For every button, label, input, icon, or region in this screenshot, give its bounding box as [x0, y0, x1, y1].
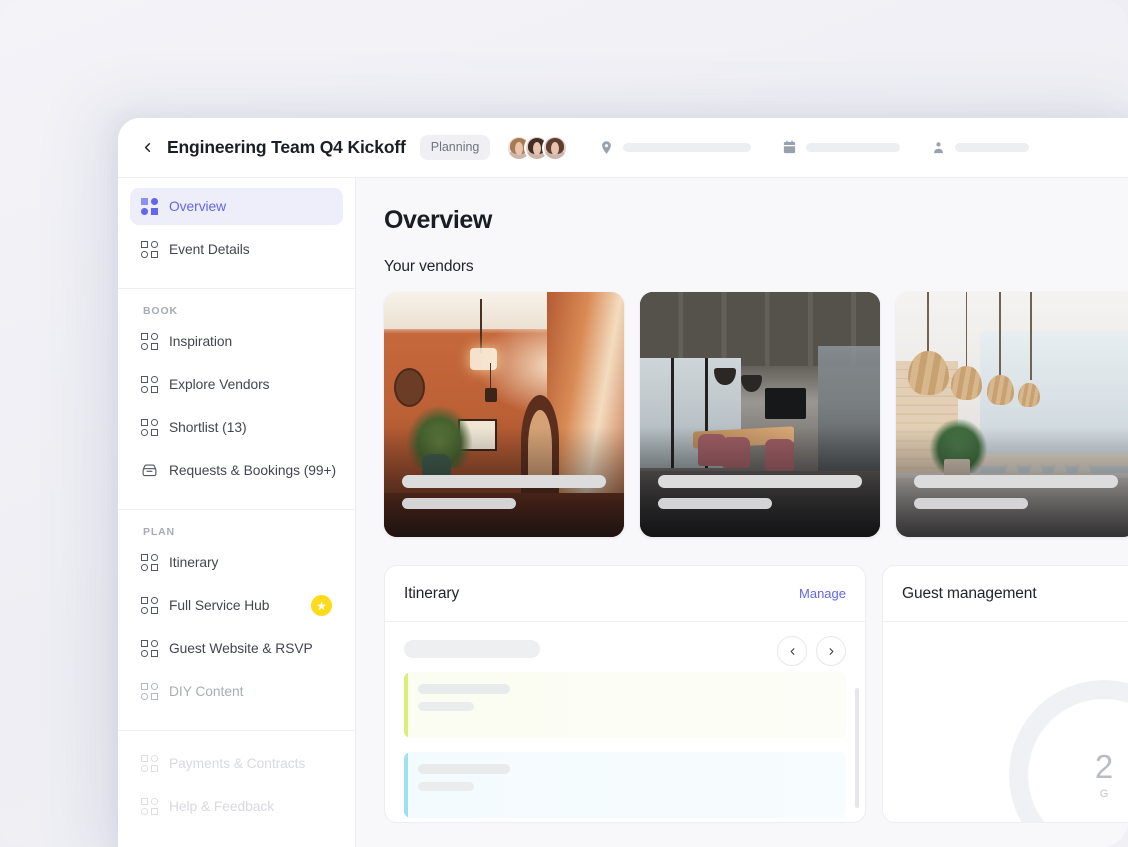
- guest-management-panel: Guest management 2 G: [882, 565, 1128, 823]
- next-day-button[interactable]: [816, 636, 846, 666]
- avatar[interactable]: [542, 134, 569, 161]
- vendor-card-list: [384, 292, 1128, 537]
- itinerary-panel-header: Itinerary Manage: [385, 566, 865, 622]
- grid-icon: [141, 241, 158, 258]
- guest-management-header: Guest management: [883, 566, 1128, 622]
- sidebar-item-label: Shortlist (13): [169, 420, 247, 435]
- sidebar-item-label: Event Details: [169, 242, 250, 257]
- itinerary-scrollbar[interactable]: [855, 688, 859, 808]
- itinerary-row[interactable]: [404, 672, 846, 738]
- sidebar-item-label: Guest Website & RSVP: [169, 641, 313, 656]
- sidebar-item-label: Help & Feedback: [169, 799, 275, 814]
- inbox-icon: [141, 462, 158, 479]
- date-value-placeholder: [806, 143, 901, 152]
- person-icon: [930, 140, 946, 156]
- vendor-card-text-placeholder: [914, 475, 1118, 509]
- sidebar-item-label: Overview: [169, 199, 227, 214]
- guest-management-title: Guest management: [902, 584, 1037, 602]
- itinerary-manage-link[interactable]: Manage: [799, 586, 846, 601]
- top-bar: Engineering Team Q4 Kickoff Planning: [118, 118, 1128, 178]
- donut-caption: G: [1099, 788, 1109, 800]
- itinerary-row-accent: [404, 752, 408, 818]
- back-button[interactable]: [134, 135, 160, 161]
- grid-dots-icon: [141, 198, 158, 215]
- nav-group-footer: Payments & Contracts Help & Feedback: [118, 731, 355, 831]
- itinerary-panel-body: [385, 622, 865, 822]
- main-content: Overview Your vendors Itinerary Manage G…: [356, 178, 1128, 847]
- sidebar-section-label: BOOK: [143, 305, 178, 317]
- avatar-stack[interactable]: [506, 134, 569, 161]
- sidebar-item-label: Payments & Contracts: [169, 756, 306, 771]
- sidebar-item-full-service-hub[interactable]: Full Service Hub ★: [130, 587, 343, 624]
- chevron-left-icon: [790, 647, 794, 655]
- nav-group-plan: PLAN Itinerary Full Service Hub ★ Guest …: [118, 510, 355, 716]
- grid-icon: [141, 640, 158, 657]
- overview-title: Overview: [384, 206, 492, 234]
- sidebar-item-label: Inspiration: [169, 334, 233, 349]
- calendar-icon: [781, 140, 797, 156]
- chevron-right-icon: [829, 647, 833, 655]
- window-body: Overview Event Details BOOK Inspiration …: [118, 178, 1128, 847]
- sidebar-item-itinerary[interactable]: Itinerary: [130, 544, 343, 581]
- meta-location[interactable]: [598, 140, 752, 156]
- sidebar-item-requests-bookings[interactable]: Requests & Bookings (99+): [130, 452, 343, 489]
- itinerary-row[interactable]: [404, 752, 846, 818]
- prev-day-button[interactable]: [777, 636, 807, 666]
- app-window: Engineering Team Q4 Kickoff Planning Ove…: [118, 118, 1128, 847]
- sidebar-item-label: Itinerary: [169, 555, 219, 570]
- grid-icon: [141, 376, 158, 393]
- donut-center-label: 2 G: [1009, 680, 1128, 822]
- grid-icon: [141, 683, 158, 700]
- meta-guests[interactable]: [930, 140, 1030, 156]
- vendor-card[interactable]: [640, 292, 880, 537]
- meta-date[interactable]: [781, 140, 901, 156]
- location-value-placeholder: [623, 143, 752, 152]
- sidebar: Overview Event Details BOOK Inspiration …: [118, 178, 356, 847]
- grid-icon: [141, 755, 158, 772]
- nav-group-main: Overview Event Details: [118, 188, 355, 274]
- star-icon: ★: [311, 595, 332, 616]
- itinerary-pager: [777, 636, 846, 666]
- sidebar-item-event-details[interactable]: Event Details: [130, 231, 343, 268]
- sidebar-item-inspiration[interactable]: Inspiration: [130, 323, 343, 360]
- vendor-card-text-placeholder: [402, 475, 606, 509]
- your-vendors-heading: Your vendors: [384, 258, 474, 275]
- vendor-card-text-placeholder: [658, 475, 862, 509]
- vendor-card[interactable]: [384, 292, 624, 537]
- grid-icon: [141, 798, 158, 815]
- status-badge: Planning: [419, 135, 491, 160]
- grid-icon: [141, 419, 158, 436]
- chevron-left-icon: [144, 143, 150, 152]
- donut-value: 2: [1094, 748, 1114, 785]
- grid-icon: [141, 597, 158, 614]
- sidebar-item-guest-website-rsvp[interactable]: Guest Website & RSVP: [130, 630, 343, 667]
- guests-value-placeholder: [955, 143, 1030, 152]
- vendor-card[interactable]: [896, 292, 1128, 537]
- guest-management-body: 2 G: [883, 622, 1128, 822]
- sidebar-item-label: DIY Content: [169, 684, 244, 699]
- sidebar-item-label: Full Service Hub: [169, 598, 270, 613]
- location-pin-icon: [598, 140, 614, 156]
- grid-icon: [141, 554, 158, 571]
- sidebar-item-help-feedback[interactable]: Help & Feedback: [130, 788, 343, 825]
- sidebar-item-explore-vendors[interactable]: Explore Vendors: [130, 366, 343, 403]
- itinerary-panel: Itinerary Manage: [384, 565, 866, 823]
- grid-icon: [141, 333, 158, 350]
- sidebar-item-overview[interactable]: Overview: [130, 188, 343, 225]
- nav-group-book: BOOK Inspiration Explore Vendors Shortli…: [118, 289, 355, 495]
- page-title: Engineering Team Q4 Kickoff: [167, 137, 406, 157]
- sidebar-item-label: Explore Vendors: [169, 377, 270, 392]
- itinerary-date-placeholder: [404, 640, 540, 658]
- sidebar-item-label: Requests & Bookings (99+): [169, 463, 337, 478]
- sidebar-section-label: PLAN: [143, 526, 175, 538]
- sidebar-item-diy-content[interactable]: DIY Content: [130, 673, 343, 710]
- itinerary-row-accent: [404, 672, 408, 738]
- itinerary-title: Itinerary: [404, 584, 460, 602]
- sidebar-item-payments-contracts[interactable]: Payments & Contracts: [130, 745, 343, 782]
- guest-donut-chart: 2 G: [1009, 680, 1128, 822]
- desktop-background: Engineering Team Q4 Kickoff Planning Ove…: [0, 0, 1128, 847]
- dashboard-panel-row: Itinerary Manage Guest management 2 G: [384, 565, 1128, 823]
- sidebar-item-shortlist[interactable]: Shortlist (13): [130, 409, 343, 446]
